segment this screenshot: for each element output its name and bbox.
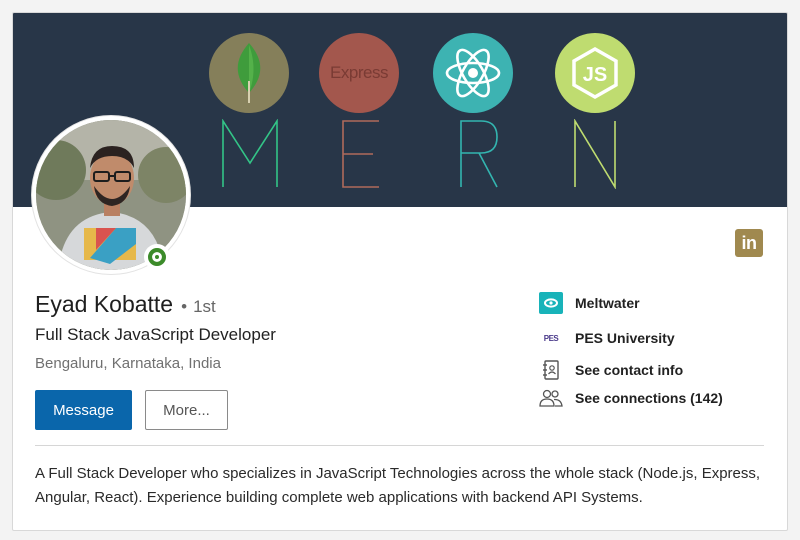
address-book-icon bbox=[539, 359, 563, 381]
profile-name-row: Eyad Kobatte • 1st bbox=[35, 291, 216, 318]
mongodb-logo bbox=[209, 33, 289, 113]
separator-dot: • bbox=[181, 297, 188, 316]
connections-label: See connections (142) bbox=[575, 390, 723, 406]
svg-text:JS: JS bbox=[583, 64, 607, 86]
linkedin-icon[interactable]: in bbox=[735, 229, 763, 257]
mern-letter-e bbox=[342, 120, 379, 188]
school-icon-text: PES bbox=[543, 333, 559, 343]
leaf-icon bbox=[237, 43, 261, 103]
nodejs-logo: JS bbox=[555, 33, 635, 113]
mern-letter-m bbox=[222, 119, 278, 187]
contact-info-link[interactable]: See contact info bbox=[539, 359, 683, 381]
school-name: PES University bbox=[575, 330, 675, 346]
meltwater-icon bbox=[539, 292, 563, 314]
contact-info-label: See contact info bbox=[575, 362, 684, 378]
express-logo: Express bbox=[319, 33, 399, 113]
express-logo-text: Express bbox=[330, 63, 388, 82]
profile-card: Express JS in Eyad Kobatte • 1st Full St… bbox=[12, 12, 788, 531]
online-status-indicator bbox=[144, 244, 170, 270]
company-name: Meltwater bbox=[575, 295, 640, 311]
current-company[interactable]: Meltwater bbox=[539, 292, 640, 314]
profile-summary: A Full Stack Developer who specializes i… bbox=[35, 465, 761, 506]
mern-letter-r bbox=[460, 120, 498, 188]
education[interactable]: PES PES University bbox=[539, 327, 675, 349]
profile-name: Eyad Kobatte bbox=[35, 291, 174, 317]
profile-location: Bengaluru, Karnataka, India bbox=[35, 355, 221, 372]
message-button[interactable]: Message bbox=[35, 390, 132, 430]
js-hexagon-icon: JS bbox=[572, 46, 618, 100]
profile-headline: Full Stack JavaScript Developer bbox=[35, 325, 276, 344]
more-button[interactable]: More... bbox=[145, 390, 228, 430]
react-atom-icon bbox=[445, 48, 501, 98]
pes-university-icon: PES bbox=[539, 327, 563, 349]
connection-degree: 1st bbox=[193, 297, 216, 316]
divider bbox=[35, 445, 764, 446]
react-logo bbox=[433, 33, 513, 113]
people-icon bbox=[539, 387, 563, 409]
connections-link[interactable]: See connections (142) bbox=[539, 387, 723, 409]
mern-letter-n bbox=[574, 119, 616, 189]
